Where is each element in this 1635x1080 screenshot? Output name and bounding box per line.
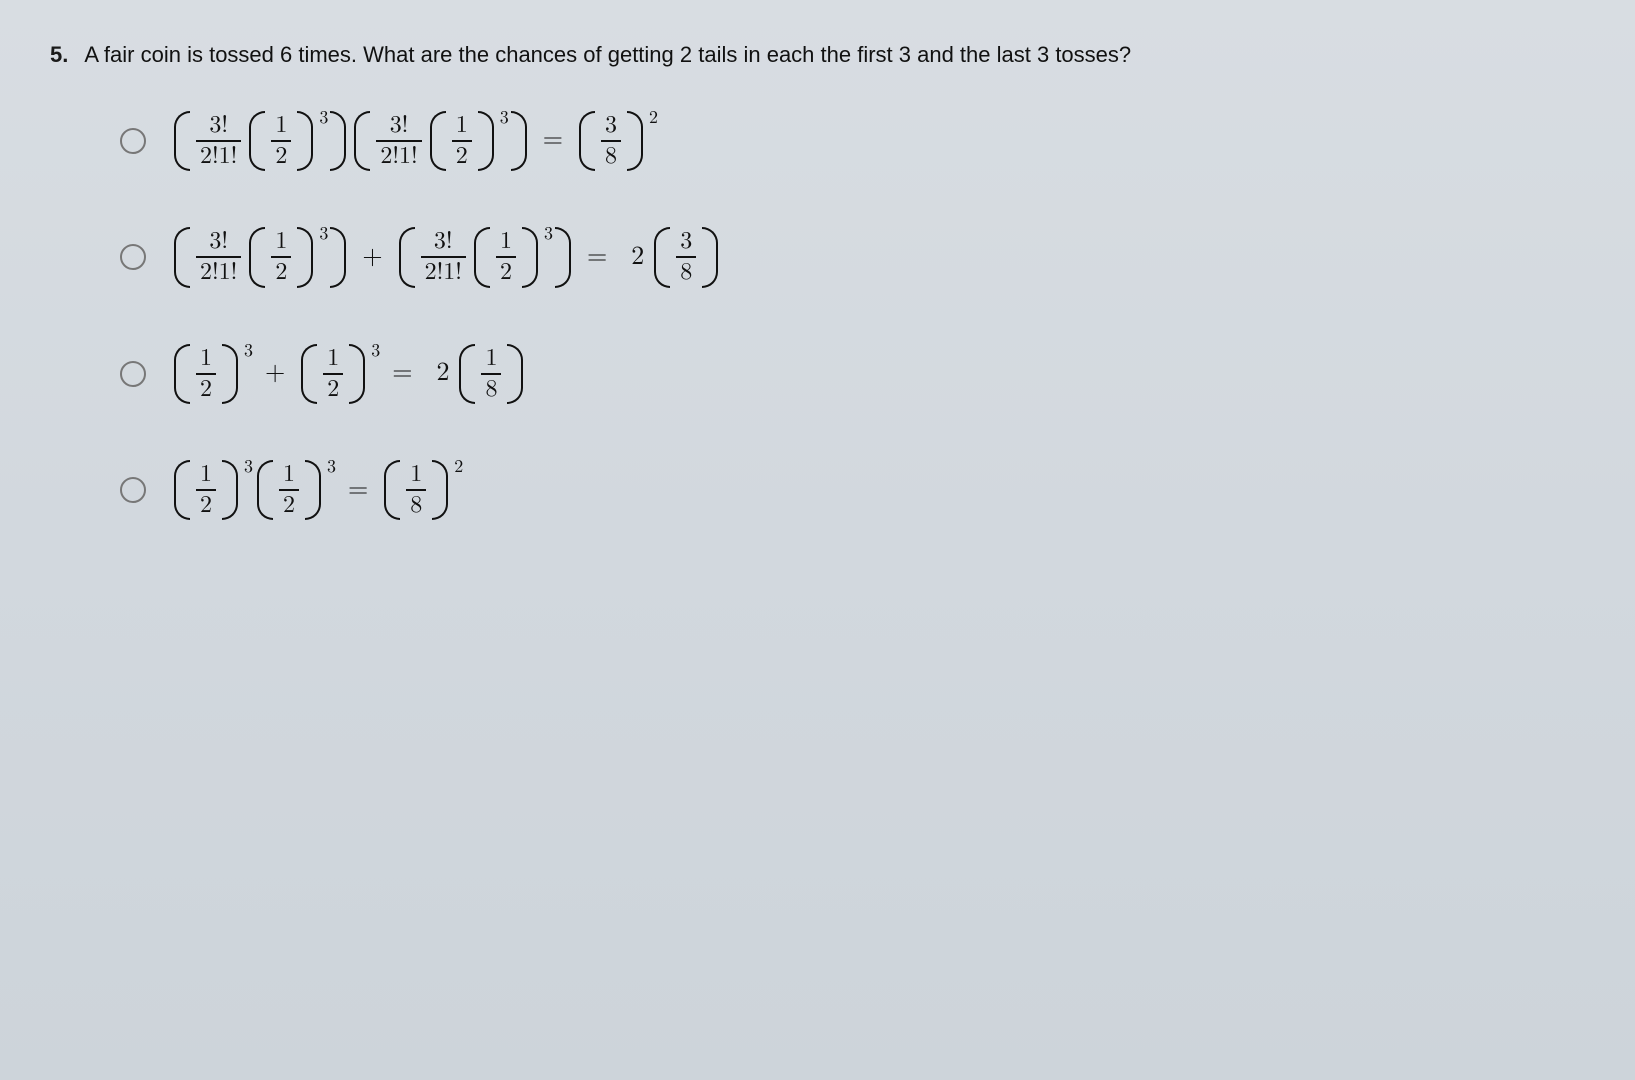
- fraction-num: 1: [271, 227, 291, 256]
- option-c[interactable]: 12 3 + 12 3 = 2 18: [120, 344, 1585, 404]
- coefficient: 2: [436, 358, 449, 389]
- fraction-den: 2: [196, 491, 216, 520]
- exponent: 3: [544, 223, 553, 245]
- fraction-num: 1: [481, 344, 501, 373]
- fraction-num: 3: [676, 227, 696, 256]
- option-d-formula: 12 3 12 3 = 18 2: [170, 460, 463, 520]
- option-b-formula: 3!2!1! 12 3 + 3!2!1! 12 3: [170, 227, 722, 287]
- fraction-den: 8: [481, 375, 501, 404]
- equals-sign: =: [348, 475, 368, 506]
- option-c-formula: 12 3 + 12 3 = 2 18: [170, 344, 527, 404]
- radio-a[interactable]: [120, 128, 146, 154]
- coefficient: 2: [631, 242, 644, 273]
- exponent: 3: [327, 456, 336, 478]
- fraction-num: 3!: [205, 111, 232, 140]
- options-group: 3!2!1! 12 3 3!2!1! 12 3: [50, 111, 1585, 521]
- fraction-num: 1: [406, 460, 426, 489]
- exponent: 3: [371, 340, 380, 362]
- exponent: 2: [649, 107, 658, 129]
- fraction-num: 3!: [386, 111, 413, 140]
- fraction-num: 1: [196, 460, 216, 489]
- fraction-den: 8: [406, 491, 426, 520]
- equals-sign: =: [392, 358, 412, 389]
- fraction-num: 1: [196, 344, 216, 373]
- fraction-den: 2: [323, 375, 343, 404]
- fraction-num: 1: [271, 111, 291, 140]
- exponent: 3: [319, 223, 328, 245]
- option-d[interactable]: 12 3 12 3 = 18 2: [120, 460, 1585, 520]
- fraction-num: 1: [323, 344, 343, 373]
- fraction-num: 1: [279, 460, 299, 489]
- equals-sign: =: [543, 125, 563, 156]
- exponent: 3: [244, 456, 253, 478]
- option-a[interactable]: 3!2!1! 12 3 3!2!1! 12 3: [120, 111, 1585, 171]
- question-text: A fair coin is tossed 6 times. What are …: [84, 40, 1131, 71]
- fraction-den: 2: [279, 491, 299, 520]
- exponent: 3: [319, 107, 328, 129]
- fraction-num: 3!: [430, 227, 457, 256]
- fraction-num: 1: [452, 111, 472, 140]
- fraction-num: 3!: [205, 227, 232, 256]
- fraction-den: 8: [601, 142, 621, 171]
- fraction-den: 2: [496, 258, 516, 287]
- radio-b[interactable]: [120, 244, 146, 270]
- fraction-den: 2: [196, 375, 216, 404]
- fraction-num: 1: [496, 227, 516, 256]
- fraction-den: 8: [676, 258, 696, 287]
- fraction-num: 3: [601, 111, 621, 140]
- option-b[interactable]: 3!2!1! 12 3 + 3!2!1! 12 3: [120, 227, 1585, 287]
- fraction-den: 2!1!: [376, 142, 421, 171]
- fraction-den: 2!1!: [196, 142, 241, 171]
- radio-c[interactable]: [120, 361, 146, 387]
- option-a-formula: 3!2!1! 12 3 3!2!1! 12 3: [170, 111, 658, 171]
- exponent: 2: [454, 456, 463, 478]
- exponent: 3: [500, 107, 509, 129]
- fraction-den: 2: [452, 142, 472, 171]
- radio-d[interactable]: [120, 477, 146, 503]
- fraction-den: 2!1!: [421, 258, 466, 287]
- question-number: 5.: [50, 42, 68, 68]
- fraction-den: 2: [271, 142, 291, 171]
- exponent: 3: [244, 340, 253, 362]
- plus-sign: +: [265, 358, 285, 389]
- fraction-den: 2!1!: [196, 258, 241, 287]
- fraction-den: 2: [271, 258, 291, 287]
- plus-sign: +: [362, 242, 382, 273]
- equals-sign: =: [587, 242, 607, 273]
